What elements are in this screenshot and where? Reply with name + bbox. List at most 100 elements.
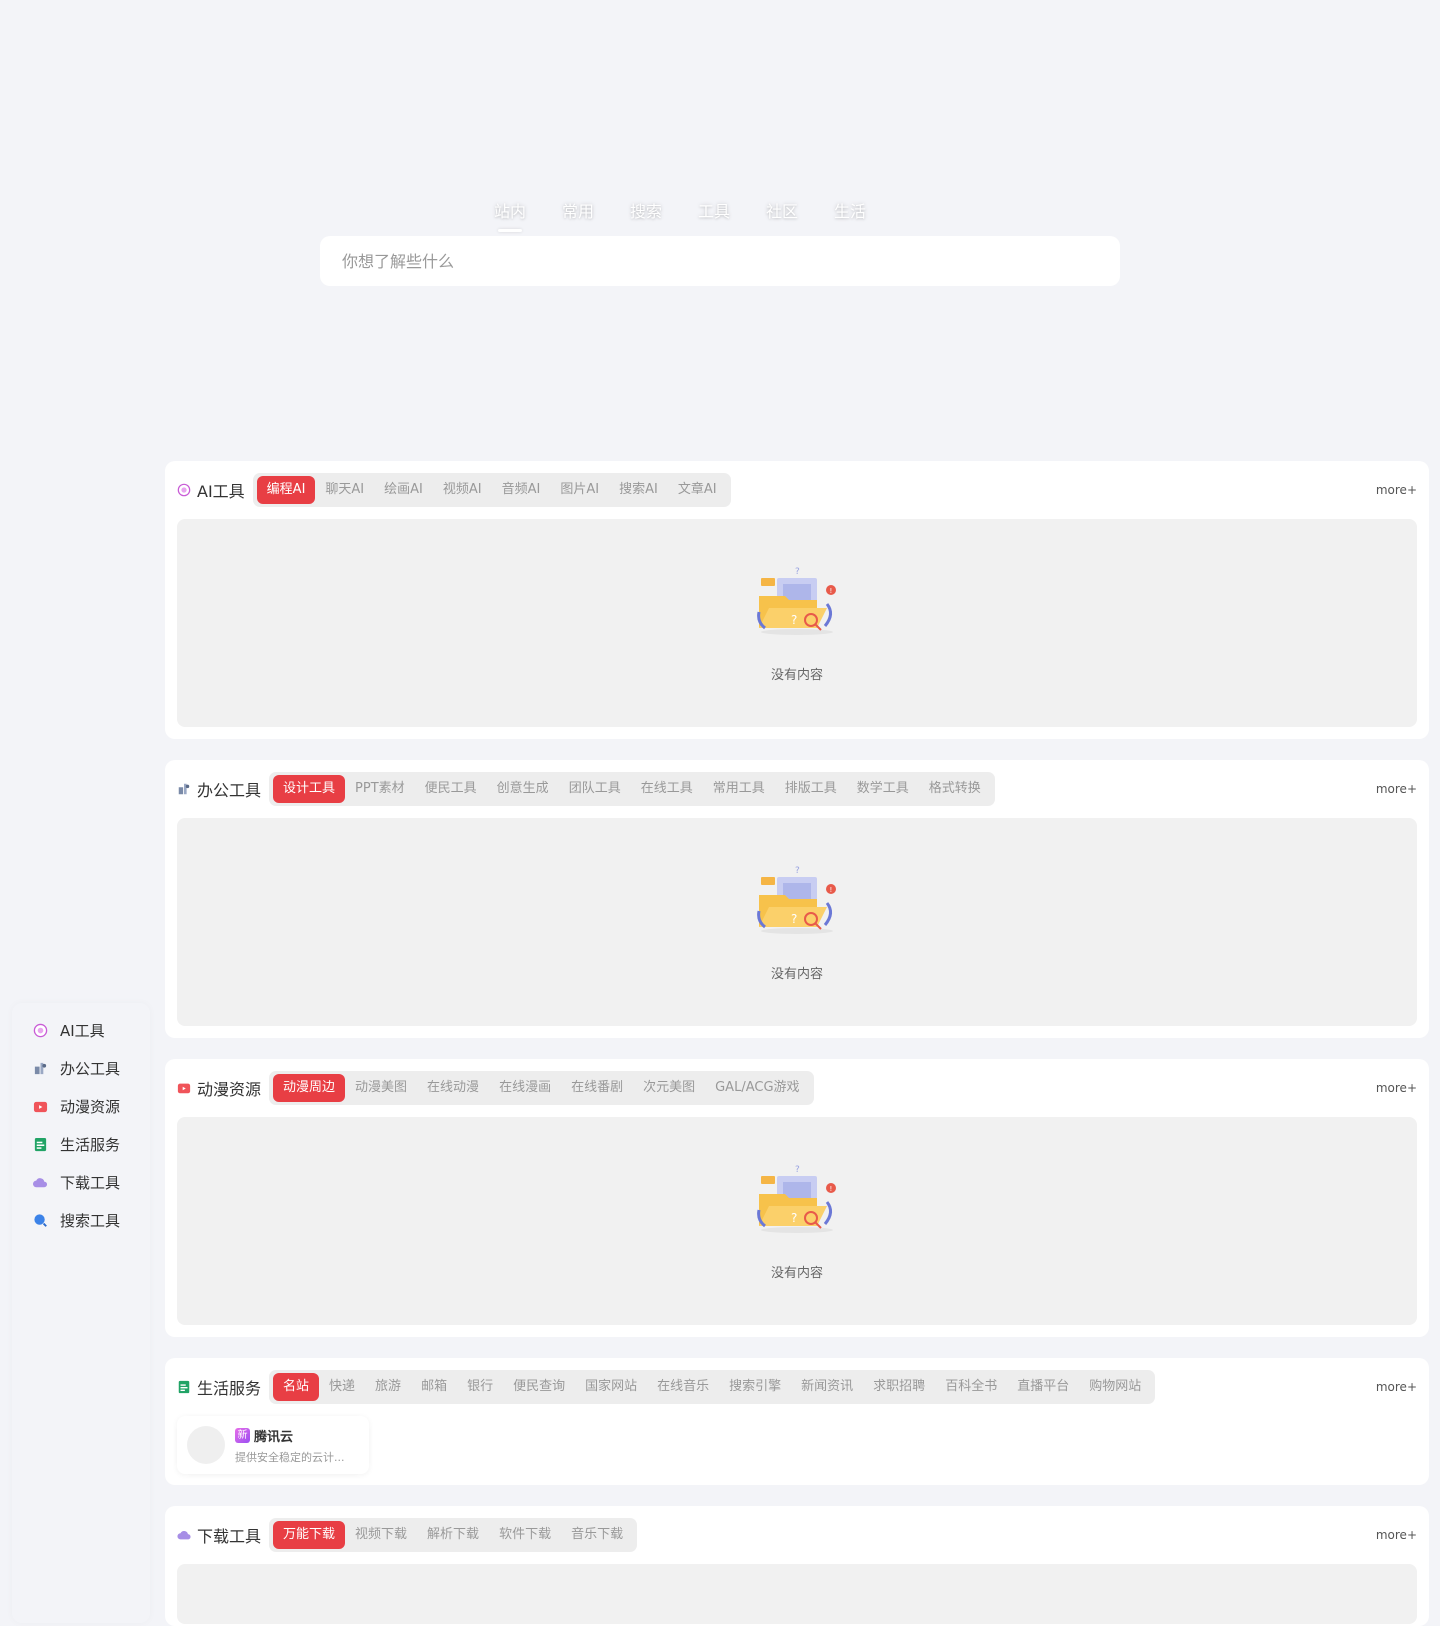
section-anime: 动漫资源 动漫周边 动漫美图 在线动漫 在线漫画 在线番剧 次元美图 GAL/A… (165, 1059, 1429, 1337)
tab-express[interactable]: 快递 (319, 1373, 365, 1401)
tab-creative-gen[interactable]: 创意生成 (487, 775, 559, 803)
section-life-services: 生活服务 名站 快递 旅游 邮箱 银行 便民查询 国家网站 在线音乐 搜索引擎 … (165, 1358, 1429, 1485)
section-header: AI工具 编程AI 聊天AI 绘画AI 视频AI 音频AI 图片AI 搜索AI … (165, 461, 1429, 519)
svg-text:?: ? (791, 1211, 797, 1225)
site-name-row: 新 腾讯云 (235, 1426, 357, 1445)
search-tab-community[interactable]: 社区 (766, 198, 798, 222)
tab-acg-images[interactable]: 次元美图 (633, 1074, 705, 1102)
tab-image-ai[interactable]: 图片AI (550, 476, 609, 504)
tab-math-tools[interactable]: 数学工具 (847, 775, 919, 803)
sidebar-item-search-tools[interactable]: 搜索工具 (12, 1201, 150, 1239)
content-area (177, 1564, 1417, 1624)
search-tab-common[interactable]: 常用 (562, 198, 594, 222)
tab-public-query[interactable]: 便民查询 (503, 1373, 575, 1401)
section-download-tools: 下载工具 万能下载 视频下载 解析下载 软件下载 音乐下载 more+ (165, 1506, 1429, 1626)
sidebar-item-label: 生活服务 (60, 1135, 121, 1154)
tab-jobs[interactable]: 求职招聘 (863, 1373, 935, 1401)
tab-design-tools[interactable]: 设计工具 (273, 775, 346, 803)
site-logo (187, 1426, 225, 1464)
sidebar-item-ai-tools[interactable]: AI工具 (12, 1011, 150, 1049)
tab-news[interactable]: 新闻资讯 (791, 1373, 863, 1401)
tab-chat-ai[interactable]: 聊天AI (315, 476, 374, 504)
empty-text: 没有内容 (770, 966, 823, 982)
section-office-tools: 办公工具 设计工具 PPT素材 便民工具 创意生成 团队工具 在线工具 常用工具… (165, 760, 1429, 1038)
tab-common-tools[interactable]: 常用工具 (703, 775, 775, 803)
tab-ppt-materials[interactable]: PPT素材 (345, 775, 415, 803)
more-link[interactable]: more+ (1376, 1528, 1417, 1542)
tab-bank[interactable]: 银行 (457, 1373, 503, 1401)
office-icon (32, 1060, 48, 1076)
sidebar: AI工具 办公工具 动漫资源 生活服务 下载工具 搜索工具 (12, 1003, 150, 1623)
tab-shopping[interactable]: 购物网站 (1079, 1373, 1151, 1401)
empty-state: ? ! ? 没有内容 (177, 1117, 1417, 1325)
section-title-text: 办公工具 (197, 781, 262, 800)
sidebar-item-life-services[interactable]: 生活服务 (12, 1125, 150, 1163)
section-header: 办公工具 设计工具 PPT素材 便民工具 创意生成 团队工具 在线工具 常用工具… (165, 760, 1429, 818)
sidebar-item-label: 动漫资源 (60, 1097, 121, 1116)
tab-gal-acg-games[interactable]: GAL/ACG游戏 (705, 1074, 809, 1102)
search-tab-life[interactable]: 生活 (834, 198, 866, 222)
site-card-tencent-cloud[interactable]: 新 腾讯云 提供安全稳定的云计... (177, 1416, 369, 1474)
anime-icon (177, 1081, 191, 1095)
search-input[interactable] (340, 250, 1100, 272)
svg-text:!: ! (830, 587, 833, 595)
tab-anime-merch[interactable]: 动漫周边 (273, 1074, 346, 1102)
section-title: AI工具 (177, 478, 245, 502)
tab-online-music[interactable]: 在线音乐 (647, 1373, 719, 1401)
sidebar-item-anime[interactable]: 动漫资源 (12, 1087, 150, 1125)
tab-mail[interactable]: 邮箱 (411, 1373, 457, 1401)
tab-universal-download[interactable]: 万能下载 (273, 1521, 346, 1549)
tab-layout-tools[interactable]: 排版工具 (775, 775, 847, 803)
tab-online-anime[interactable]: 在线动漫 (417, 1074, 489, 1102)
section-title-text: AI工具 (197, 482, 245, 501)
search-tab-tools[interactable]: 工具 (698, 198, 730, 222)
sidebar-item-label: 办公工具 (60, 1059, 121, 1078)
sidebar-item-office-tools[interactable]: 办公工具 (12, 1049, 150, 1087)
more-link[interactable]: more+ (1376, 1380, 1417, 1394)
tab-search-ai[interactable]: 搜索AI (609, 476, 668, 504)
svg-text:!: ! (830, 1185, 833, 1193)
tab-anime-images[interactable]: 动漫美图 (345, 1074, 417, 1102)
tab-online-series[interactable]: 在线番剧 (561, 1074, 633, 1102)
tab-video-download[interactable]: 视频下载 (345, 1521, 417, 1549)
tab-drawing-ai[interactable]: 绘画AI (374, 476, 433, 504)
tab-live-platforms[interactable]: 直播平台 (1007, 1373, 1079, 1401)
tab-search-engines[interactable]: 搜索引擎 (719, 1373, 791, 1401)
section-title: 下载工具 (177, 1523, 261, 1547)
tab-online-tools[interactable]: 在线工具 (631, 775, 703, 803)
tab-article-ai[interactable]: 文章AI (668, 476, 727, 504)
section-title: 动漫资源 (177, 1076, 261, 1100)
svg-text:?: ? (791, 613, 797, 627)
tab-music-download[interactable]: 音乐下载 (561, 1521, 633, 1549)
search-tab-search[interactable]: 搜索 (630, 198, 662, 222)
tab-software-download[interactable]: 软件下载 (489, 1521, 561, 1549)
tab-format-convert[interactable]: 格式转换 (919, 775, 991, 803)
section-title-text: 生活服务 (197, 1379, 262, 1398)
tab-encyclopedia[interactable]: 百科全书 (935, 1373, 1007, 1401)
cloud-download-icon (177, 1528, 191, 1542)
life-icon (32, 1136, 48, 1152)
empty-folder-icon: ? ! ? (755, 863, 839, 941)
svg-text:?: ? (791, 912, 797, 926)
tab-gov-sites[interactable]: 国家网站 (575, 1373, 647, 1401)
section-title: 生活服务 (177, 1375, 261, 1399)
sidebar-item-label: AI工具 (60, 1021, 105, 1040)
section-tabbar: 万能下载 视频下载 解析下载 软件下载 音乐下载 (269, 1518, 638, 1552)
office-icon (177, 782, 191, 796)
tab-parse-download[interactable]: 解析下载 (417, 1521, 489, 1549)
cloud-download-icon (32, 1174, 48, 1190)
more-link[interactable]: more+ (1376, 1081, 1417, 1095)
tab-coding-ai[interactable]: 编程AI (256, 476, 316, 504)
tab-travel[interactable]: 旅游 (365, 1373, 411, 1401)
tab-audio-ai[interactable]: 音频AI (492, 476, 551, 504)
section-title: 办公工具 (177, 777, 261, 801)
tab-team-tools[interactable]: 团队工具 (559, 775, 631, 803)
tab-convenience-tools[interactable]: 便民工具 (415, 775, 487, 803)
sidebar-item-download-tools[interactable]: 下载工具 (12, 1163, 150, 1201)
search-tab-site[interactable]: 站内 (494, 198, 526, 232)
tab-online-comics[interactable]: 在线漫画 (489, 1074, 561, 1102)
tab-video-ai[interactable]: 视频AI (433, 476, 492, 504)
tab-famous-sites[interactable]: 名站 (273, 1373, 320, 1401)
more-link[interactable]: more+ (1376, 782, 1417, 796)
more-link[interactable]: more+ (1376, 483, 1417, 497)
